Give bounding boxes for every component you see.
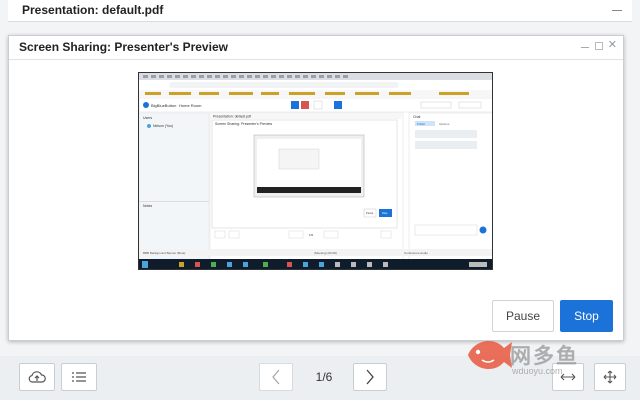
svg-text:Options: Options [439,122,450,126]
svg-text:Nelson (You): Nelson (You) [153,124,173,128]
svg-text:(Meeting) (00:00): (Meeting) (00:00) [314,251,337,255]
screen-share-preview-modal: Screen Sharing: Presenter's Preview ✕ Bi… [8,35,624,341]
minimize-icon[interactable] [612,10,622,11]
svg-text:Public: Public [417,122,426,126]
upload-button[interactable] [19,363,55,391]
previous-slide-button[interactable] [259,363,293,391]
next-slide-button[interactable] [353,363,387,391]
modal-title: Screen Sharing: Presenter's Preview [19,40,228,54]
presentation-title: Presentation: default.pdf [22,3,164,17]
maximize-icon[interactable] [595,42,603,50]
slide-list-button[interactable] [61,363,97,391]
svg-text:Users: Users [143,116,152,120]
screen-preview: BigBlueButton Home Room Users Nelson (Yo… [138,72,493,270]
cloud-upload-icon [28,371,46,383]
pause-button[interactable]: Pause [492,300,554,332]
modal-header: Screen Sharing: Presenter's Preview ✕ [9,36,623,60]
stop-button[interactable]: Stop [560,300,613,332]
svg-text:Home Room: Home Room [179,103,202,108]
svg-text:Presentation: default.pdf: Presentation: default.pdf [213,115,251,119]
svg-text:Screen Sharing: Presenter's Pr: Screen Sharing: Presenter's Preview [215,122,273,126]
svg-text:1/6: 1/6 [309,233,314,237]
list-icon [72,372,86,382]
preview-image: BigBlueButton Home Room Users Nelson (Yo… [139,73,492,269]
svg-text:Notes: Notes [143,204,152,208]
minimize-icon[interactable] [581,47,589,48]
svg-text:BBB Background Banner (Beta): BBB Background Banner (Beta) [143,251,185,255]
page-indicator[interactable]: 1/6 [297,363,351,391]
svg-text:Stop: Stop [382,211,388,215]
chevron-right-icon [366,369,374,385]
presentation-titlebar: Presentation: default.pdf [8,0,632,22]
svg-text:BigBlueButton: BigBlueButton [151,103,176,108]
svg-text:Conference Audio: Conference Audio [404,251,428,255]
close-icon[interactable]: ✕ [608,40,617,51]
chevron-left-icon [272,369,280,385]
svg-text:Chat: Chat [413,115,420,119]
watermark-subtext: wduoyu.com [512,366,563,376]
svg-text:Pause: Pause [366,211,374,215]
